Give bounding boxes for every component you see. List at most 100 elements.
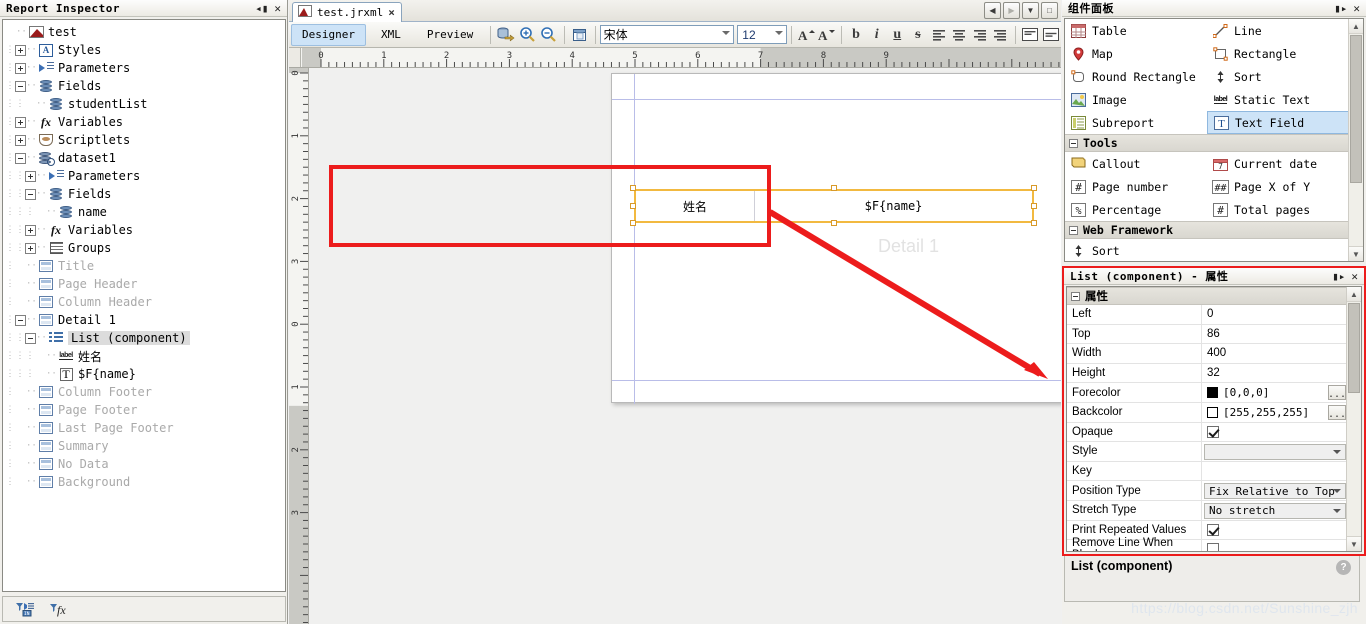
property-value-cell[interactable]: 32	[1202, 364, 1348, 383]
property-combo[interactable]: No stretch	[1204, 502, 1346, 519]
tree-item-dataset1[interactable]: ⋮ ·· dataset1	[5, 149, 285, 167]
align-center-icon[interactable]	[949, 24, 970, 45]
expand-icon[interactable]	[15, 62, 26, 74]
palette-item-round-rectangle[interactable]: Round Rectangle	[1065, 65, 1207, 88]
scroll-down-arrow-icon[interactable]: ▼	[1349, 246, 1363, 261]
property-combo[interactable]: Fix Relative to Top	[1204, 483, 1346, 500]
collapse-icon[interactable]	[1069, 138, 1078, 148]
view-tab-xml[interactable]: XML	[370, 24, 412, 46]
report-page[interactable]: Detail 1 姓名 $F{name}	[611, 73, 1061, 404]
color-swatch[interactable]	[1207, 387, 1218, 399]
tree-item-styles[interactable]: ⋮ ·· A Styles	[5, 41, 285, 59]
list-cell-text-field[interactable]: $F{name}	[755, 191, 1032, 221]
collapse-icon[interactable]	[15, 314, 26, 326]
palette-tool-page-x-of-y[interactable]: ## Page X of Y	[1207, 175, 1349, 198]
tab-list-dropdown-icon[interactable]: ▼	[1022, 2, 1039, 19]
collapse-icon[interactable]	[25, 332, 36, 344]
valign-middle-icon[interactable]	[1040, 24, 1061, 45]
properties-table[interactable]: 属性 Left 0 Top 86 Width 400 Height 32 Forecolor [0…	[1066, 286, 1362, 552]
components-list[interactable]: Table Line Map Rectangle Round Rectangle Sort…	[1064, 18, 1364, 262]
tree-item-variables[interactable]: ⋮ ·· fx Variables	[5, 113, 285, 131]
tree-item-studentlist[interactable]: ⋮ ⋮ ·· studentList	[5, 95, 285, 113]
resize-handle-se[interactable]	[1031, 220, 1037, 226]
tree-item-background[interactable]: ⋮ ·· Background	[5, 473, 285, 491]
property-value-cell[interactable]	[1202, 462, 1348, 481]
palette-webframework-sort[interactable]: Sort	[1065, 239, 1207, 261]
property-value-cell[interactable]	[1202, 442, 1348, 461]
align-right-icon[interactable]	[969, 24, 990, 45]
property-value-cell[interactable]	[1202, 540, 1348, 551]
scrollbar-thumb[interactable]	[1348, 303, 1360, 393]
resize-handle-e[interactable]	[1031, 203, 1037, 209]
tree-item-detail-1[interactable]: ⋮ ·· Detail 1	[5, 311, 285, 329]
palette-section-web-framework[interactable]: Web Framework	[1065, 221, 1349, 239]
tree-item-list-component[interactable]: ⋮ ⋮ ·· List (component)	[5, 329, 285, 347]
tree-item-last-page-footer[interactable]: ⋮ ·· Last Page Footer	[5, 419, 285, 437]
tab-prev-button[interactable]: ◀	[984, 2, 1001, 19]
list-cell-static-text[interactable]: 姓名	[636, 191, 754, 221]
tree-item-f-name[interactable]: ⋮ ⋮ ⋮ ·· T $F{name}	[5, 365, 285, 383]
property-value-cell[interactable]	[1202, 423, 1348, 442]
expand-icon[interactable]	[15, 116, 26, 128]
decrease-font-icon[interactable]: A	[816, 24, 837, 45]
collapse-icon[interactable]	[15, 80, 26, 92]
tree-item-name[interactable]: ⋮ ⋮ ⋮ ·· name	[5, 203, 285, 221]
tree-item-test[interactable]: ·· test	[5, 23, 285, 41]
help-icon[interactable]: ?	[1336, 560, 1351, 575]
color-picker-button[interactable]: ...	[1328, 385, 1346, 401]
collapse-group-icon[interactable]	[1071, 291, 1080, 301]
components-scrollbar[interactable]: ▲ ▼	[1348, 19, 1363, 261]
property-value-cell[interactable]: 86	[1202, 325, 1348, 344]
selected-list-component[interactable]: 姓名 $F{name}	[634, 189, 1034, 223]
zoom-out-icon[interactable]	[538, 24, 560, 46]
palette-item-map[interactable]: Map	[1065, 42, 1207, 65]
property-value-cell[interactable]: [255,255,255]...	[1202, 403, 1348, 422]
property-value-cell[interactable]: Fix Relative to Top	[1202, 481, 1348, 500]
palette-tool-callout[interactable]: Callout	[1065, 152, 1207, 175]
tree-item-fields[interactable]: ⋮ ·· Fields	[5, 77, 285, 95]
palette-item-line[interactable]: Line	[1207, 19, 1349, 42]
tree-item-column-header[interactable]: ⋮ ·· Column Header	[5, 293, 285, 311]
collapse-icon[interactable]: ◂▮	[255, 3, 268, 14]
valign-top-icon[interactable]	[1020, 24, 1041, 45]
font-size-combo[interactable]: 12	[737, 25, 787, 44]
expand-icon[interactable]	[25, 224, 36, 236]
collapse-icon[interactable]	[1069, 225, 1078, 235]
property-combo[interactable]	[1204, 444, 1346, 461]
palette-item-image[interactable]: Image	[1065, 88, 1207, 111]
tree-item-page-footer[interactable]: ⋮ ·· Page Footer	[5, 401, 285, 419]
palette-item-rectangle[interactable]: Rectangle	[1207, 42, 1349, 65]
tree-item-title[interactable]: ⋮ ·· Title	[5, 257, 285, 275]
properties-group-header[interactable]: 属性	[1067, 287, 1348, 305]
property-value-cell[interactable]: 0	[1202, 305, 1348, 324]
view-tab-designer[interactable]: Designer	[291, 23, 366, 46]
maximize-icon[interactable]: □	[1041, 2, 1058, 19]
tree-item-no-data[interactable]: ⋮ ·· No Data	[5, 455, 285, 473]
font-family-combo[interactable]: 宋体	[599, 25, 735, 44]
property-checkbox[interactable]	[1207, 425, 1219, 438]
color-swatch[interactable]	[1207, 406, 1218, 418]
resize-handle-sw[interactable]	[630, 220, 636, 226]
property-value-cell[interactable]: No stretch	[1202, 501, 1348, 520]
tree-item-column-footer[interactable]: ⋮ ·· Column Footer	[5, 383, 285, 401]
palette-item-table[interactable]: Table	[1065, 19, 1207, 42]
collapse-icon[interactable]	[15, 152, 26, 164]
property-checkbox[interactable]	[1207, 523, 1219, 536]
color-picker-button[interactable]: ...	[1328, 404, 1346, 420]
italic-icon[interactable]: i	[866, 24, 887, 45]
tree-item-[interactable]: ⋮ ⋮ ⋮ ·· label 姓名	[5, 347, 285, 365]
tree-item-scriptlets[interactable]: ⋮ ·· Scriptlets	[5, 131, 285, 149]
tree-item-parameters[interactable]: ⋮ ⋮ ·· Parameters	[5, 167, 285, 185]
scrollbar-thumb[interactable]	[1350, 35, 1362, 183]
collapse-icon[interactable]: ▮▸	[1332, 271, 1345, 282]
close-icon[interactable]: ✕	[1351, 271, 1358, 282]
filter-variables-icon[interactable]: fx	[49, 601, 69, 617]
palette-tool-page-number[interactable]: # Page number	[1065, 175, 1207, 198]
tab-next-button[interactable]: ▶	[1003, 2, 1020, 19]
collapse-icon[interactable]	[25, 188, 36, 200]
palette-item-static-text[interactable]: label Static Text	[1207, 88, 1349, 111]
bold-icon[interactable]: b	[846, 24, 867, 45]
scroll-down-arrow-icon[interactable]: ▼	[1347, 536, 1361, 551]
align-justify-icon[interactable]	[990, 24, 1011, 45]
palette-item-sort[interactable]: Sort	[1207, 65, 1349, 88]
